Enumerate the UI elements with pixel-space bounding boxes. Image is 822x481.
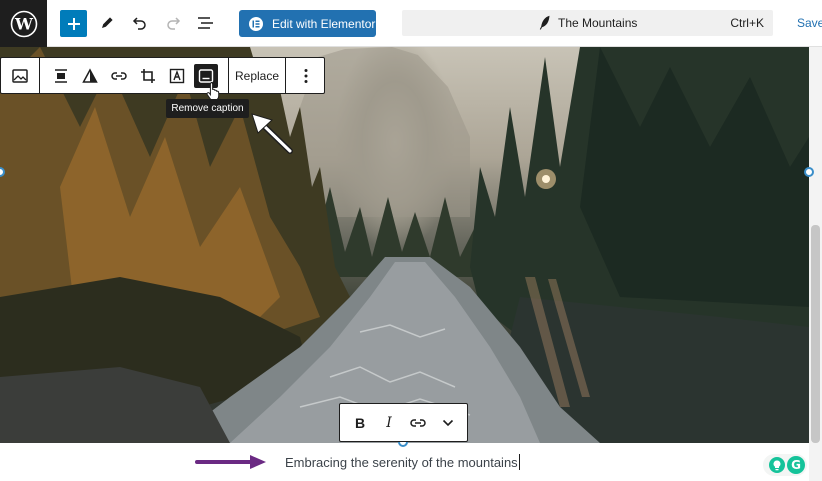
hand-pointer-icon	[206, 82, 220, 101]
chevron-down-icon	[442, 419, 454, 427]
editor-top-bar: W Edit with Elementor The Mountains Ctrl…	[0, 0, 822, 47]
caption-text: Embracing the serenity of the mountains	[285, 455, 518, 470]
crop-button[interactable]	[136, 64, 160, 88]
document-overview-button[interactable]	[193, 10, 219, 36]
block-type-button[interactable]	[8, 64, 32, 88]
text-overlay-icon	[169, 68, 185, 84]
link-icon	[410, 419, 426, 427]
more-options-button[interactable]	[287, 58, 325, 93]
text-caret	[518, 454, 520, 470]
duotone-icon	[82, 68, 98, 83]
italic-button[interactable]: I	[377, 411, 401, 435]
redo-button[interactable]	[160, 10, 186, 36]
image-block-toolbar: Replace	[0, 57, 325, 94]
add-block-button[interactable]	[60, 10, 87, 37]
block-type-group	[1, 58, 40, 93]
annotation-arrow-caption	[195, 455, 266, 469]
wordpress-logo-icon: W	[10, 10, 37, 37]
elementor-icon	[249, 16, 263, 31]
caption-format-toolbar: B I	[339, 403, 468, 442]
crop-icon	[141, 69, 155, 83]
feather-icon	[539, 15, 550, 30]
undo-icon	[132, 17, 146, 30]
link-icon	[111, 72, 127, 80]
caption-link-button[interactable]	[406, 411, 430, 435]
remove-caption-tooltip: Remove caption	[166, 99, 249, 118]
link-button[interactable]	[107, 64, 131, 88]
more-options-icon	[304, 68, 308, 83]
svg-text:W: W	[14, 14, 34, 33]
bold-button[interactable]: B	[348, 411, 372, 435]
text-overlay-button[interactable]	[165, 64, 189, 88]
lightbulb-icon	[769, 457, 785, 473]
mountain-river-image[interactable]	[0, 47, 809, 443]
document-title: The Mountains	[558, 16, 638, 30]
tools-button[interactable]	[94, 10, 120, 36]
edit-with-elementor-button[interactable]: Edit with Elementor	[239, 10, 376, 37]
resize-handle-right[interactable]	[804, 167, 814, 177]
redo-icon	[167, 17, 181, 30]
undo-button[interactable]	[127, 10, 153, 36]
replace-button[interactable]: Replace	[229, 58, 286, 93]
plus-icon	[67, 17, 80, 30]
block-tools-group	[40, 58, 229, 93]
grammarly-widget[interactable]: G	[763, 454, 807, 476]
caption-field[interactable]: Embracing the serenity of the mountains	[285, 454, 520, 470]
pencil-icon	[102, 17, 113, 28]
edit-with-elementor-label: Edit with Elementor	[272, 16, 376, 31]
save-button[interactable]: Save	[797, 16, 822, 30]
editor-scrollbar-thumb[interactable]	[811, 225, 820, 443]
align-icon	[55, 69, 67, 83]
more-rich-text-button[interactable]	[436, 411, 460, 435]
duotone-button[interactable]	[78, 64, 102, 88]
command-palette-title-bar[interactable]: The Mountains Ctrl+K	[402, 10, 773, 36]
align-button[interactable]	[49, 64, 73, 88]
wordpress-logo-button[interactable]: W	[0, 0, 47, 47]
command-shortcut: Ctrl+K	[730, 16, 764, 30]
list-view-icon	[198, 17, 213, 29]
image-icon	[12, 69, 28, 83]
grammarly-logo-icon: G	[787, 456, 805, 474]
